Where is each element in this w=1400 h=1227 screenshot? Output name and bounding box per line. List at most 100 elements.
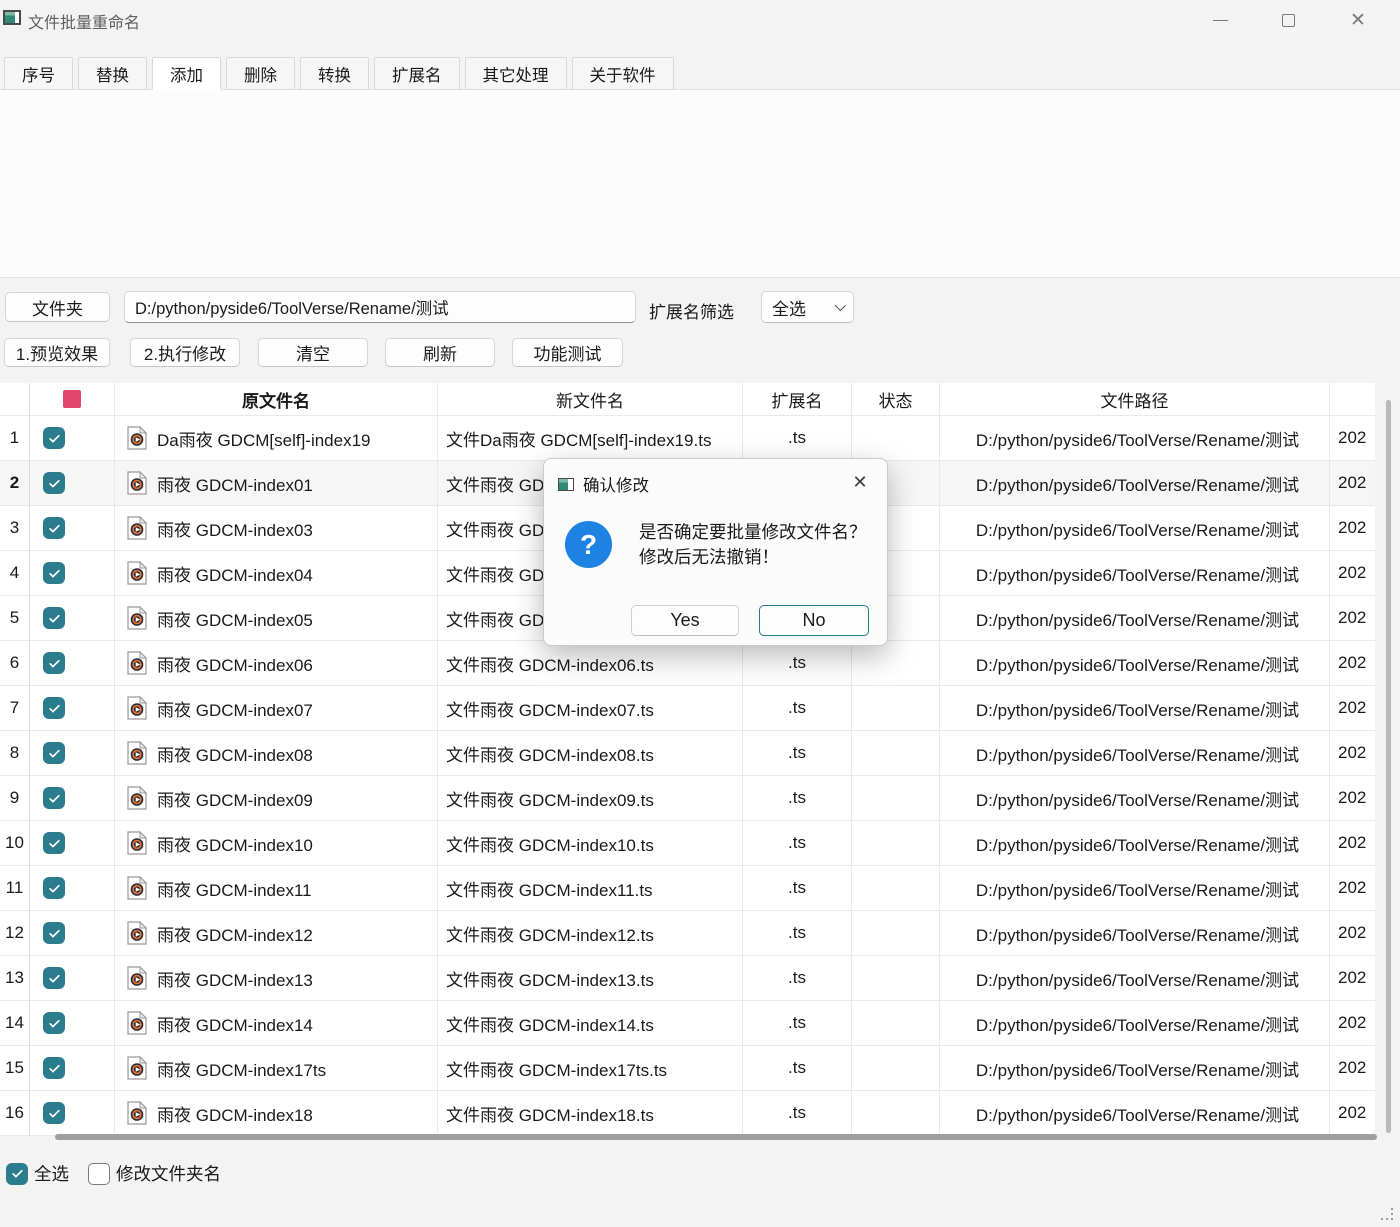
table-row[interactable]: 10 雨夜 GDCM-index10 文件雨夜 GDCM-index10.ts … <box>0 821 1375 866</box>
folder-path-input[interactable]: D:/python/pyside6/ToolVerse/Rename/测试 <box>124 291 636 323</box>
row-check-cell[interactable] <box>30 506 115 551</box>
status <box>852 1046 940 1091</box>
header-path[interactable]: 文件路径 <box>940 383 1330 416</box>
preview-button[interactable]: 1.预览效果 <box>4 338 110 367</box>
close-button[interactable]: ✕ <box>1338 6 1378 34</box>
no-button[interactable]: No <box>759 605 869 636</box>
tab-关于软件[interactable]: 关于软件 <box>572 57 674 90</box>
row-check-cell[interactable] <box>30 911 115 956</box>
file-path: D:/python/pyside6/ToolVerse/Rename/测试 <box>940 596 1330 641</box>
checkbox-checked-icon[interactable] <box>43 472 65 494</box>
header-ext[interactable]: 扩展名 <box>743 383 852 416</box>
row-check-cell[interactable] <box>30 1001 115 1046</box>
row-check-cell[interactable] <box>30 1091 115 1136</box>
table-row[interactable]: 7 雨夜 GDCM-index07 文件雨夜 GDCM-index07.ts .… <box>0 686 1375 731</box>
checkbox-checked-icon[interactable] <box>43 607 65 629</box>
checkbox-checked-icon[interactable] <box>43 1057 65 1079</box>
table-row[interactable]: 12 雨夜 GDCM-index12 文件雨夜 GDCM-index12.ts … <box>0 911 1375 956</box>
dialog-close-button[interactable]: ✕ <box>847 469 873 495</box>
checkbox-checked-icon[interactable] <box>43 742 65 764</box>
date-partial: 202 <box>1330 731 1375 776</box>
row-check-cell[interactable] <box>30 596 115 641</box>
checkbox-checked-icon[interactable] <box>43 562 65 584</box>
row-check-cell[interactable] <box>30 416 115 461</box>
rename-folder-checkbox[interactable] <box>88 1163 110 1185</box>
row-number: 1 <box>0 416 30 461</box>
table-row[interactable]: 16 雨夜 GDCM-index18 文件雨夜 GDCM-index18.ts … <box>0 1091 1375 1136</box>
execute-button[interactable]: 2.执行修改 <box>130 338 240 367</box>
checkbox-checked-icon[interactable] <box>43 967 65 989</box>
maximize-button[interactable] <box>1268 6 1308 34</box>
checkbox-checked-icon[interactable] <box>43 652 65 674</box>
minimize-button[interactable] <box>1200 6 1240 34</box>
dialog-titlebar: 确认修改 <box>558 472 649 496</box>
table-row[interactable]: 11 雨夜 GDCM-index11 文件雨夜 GDCM-index11.ts … <box>0 866 1375 911</box>
tab-转换[interactable]: 转换 <box>300 57 369 90</box>
media-file-icon <box>127 1056 147 1080</box>
resize-grip[interactable] <box>1381 1208 1393 1220</box>
original-name-cell: 雨夜 GDCM-index11 <box>115 866 438 911</box>
checkbox-checked-icon[interactable] <box>43 697 65 719</box>
original-name: 雨夜 GDCM-index05 <box>157 606 313 631</box>
folder-button[interactable]: 文件夹 <box>5 292 110 322</box>
tab-其它处理[interactable]: 其它处理 <box>465 57 567 90</box>
extension-filter-label: 扩展名筛选 <box>649 298 734 323</box>
tab-序号[interactable]: 序号 <box>4 57 73 90</box>
row-check-cell[interactable] <box>30 821 115 866</box>
row-number: 3 <box>0 506 30 551</box>
table-row[interactable]: 6 雨夜 GDCM-index06 文件雨夜 GDCM-index06.ts .… <box>0 641 1375 686</box>
header-status[interactable]: 状态 <box>852 383 940 416</box>
original-name: 雨夜 GDCM-index07 <box>157 696 313 721</box>
row-check-cell[interactable] <box>30 956 115 1001</box>
status <box>852 776 940 821</box>
vertical-scrollbar[interactable] <box>1386 400 1391 1133</box>
header-original[interactable]: 原文件名 <box>115 383 438 416</box>
date-partial: 202 <box>1330 596 1375 641</box>
horizontal-scrollbar[interactable] <box>55 1134 1377 1140</box>
row-check-cell[interactable] <box>30 686 115 731</box>
checkbox-checked-icon[interactable] <box>43 1102 65 1124</box>
checkbox-checked-icon[interactable] <box>43 922 65 944</box>
table-row[interactable]: 15 雨夜 GDCM-index17ts 文件雨夜 GDCM-index17ts… <box>0 1046 1375 1091</box>
checkbox-checked-icon[interactable] <box>43 877 65 899</box>
extension-filter-select[interactable]: 全选 <box>761 291 854 323</box>
tab-扩展名[interactable]: 扩展名 <box>374 57 460 90</box>
refresh-button[interactable]: 刷新 <box>385 338 495 367</box>
checkbox-checked-icon[interactable] <box>43 832 65 854</box>
row-check-cell[interactable] <box>30 551 115 596</box>
clear-button[interactable]: 清空 <box>258 338 368 367</box>
row-check-cell[interactable] <box>30 1046 115 1091</box>
row-check-cell[interactable] <box>30 641 115 686</box>
original-name: 雨夜 GDCM-index06 <box>157 651 313 676</box>
yes-button[interactable]: Yes <box>631 605 739 636</box>
row-check-cell[interactable] <box>30 776 115 821</box>
rename-folder-control[interactable]: 修改文件夹名 <box>88 1161 221 1186</box>
extension: .ts <box>743 866 852 911</box>
table-row[interactable]: 14 雨夜 GDCM-index14 文件雨夜 GDCM-index14.ts … <box>0 1001 1375 1046</box>
extension: .ts <box>743 641 852 686</box>
select-all-control[interactable]: 全选 <box>6 1161 69 1186</box>
tab-删除[interactable]: 删除 <box>226 57 295 90</box>
tab-bar: 序号替换添加删除转换扩展名其它处理关于软件 <box>4 57 674 90</box>
tab-替换[interactable]: 替换 <box>78 57 147 90</box>
select-all-checkbox[interactable] <box>6 1163 28 1185</box>
row-check-cell[interactable] <box>30 866 115 911</box>
checkbox-checked-icon[interactable] <box>43 517 65 539</box>
header-extra[interactable] <box>1330 383 1375 416</box>
row-check-cell[interactable] <box>30 731 115 776</box>
header-new[interactable]: 新文件名 <box>438 383 743 416</box>
checkbox-checked-icon[interactable] <box>43 787 65 809</box>
original-name: 雨夜 GDCM-index10 <box>157 831 313 856</box>
header-checkbox[interactable] <box>30 383 115 416</box>
media-file-icon <box>127 966 147 990</box>
table-row[interactable]: 9 雨夜 GDCM-index09 文件雨夜 GDCM-index09.ts .… <box>0 776 1375 821</box>
checkbox-checked-icon[interactable] <box>43 427 65 449</box>
original-name: 雨夜 GDCM-index08 <box>157 741 313 766</box>
test-button[interactable]: 功能测试 <box>512 338 623 367</box>
table-row[interactable]: 13 雨夜 GDCM-index13 文件雨夜 GDCM-index13.ts … <box>0 956 1375 1001</box>
row-check-cell[interactable] <box>30 461 115 506</box>
table-row[interactable]: 8 雨夜 GDCM-index08 文件雨夜 GDCM-index08.ts .… <box>0 731 1375 776</box>
checkbox-checked-icon[interactable] <box>43 1012 65 1034</box>
table-row[interactable]: 1 Da雨夜 GDCM[self]-index19 文件Da雨夜 GDCM[se… <box>0 416 1375 461</box>
tab-添加[interactable]: 添加 <box>152 57 221 90</box>
